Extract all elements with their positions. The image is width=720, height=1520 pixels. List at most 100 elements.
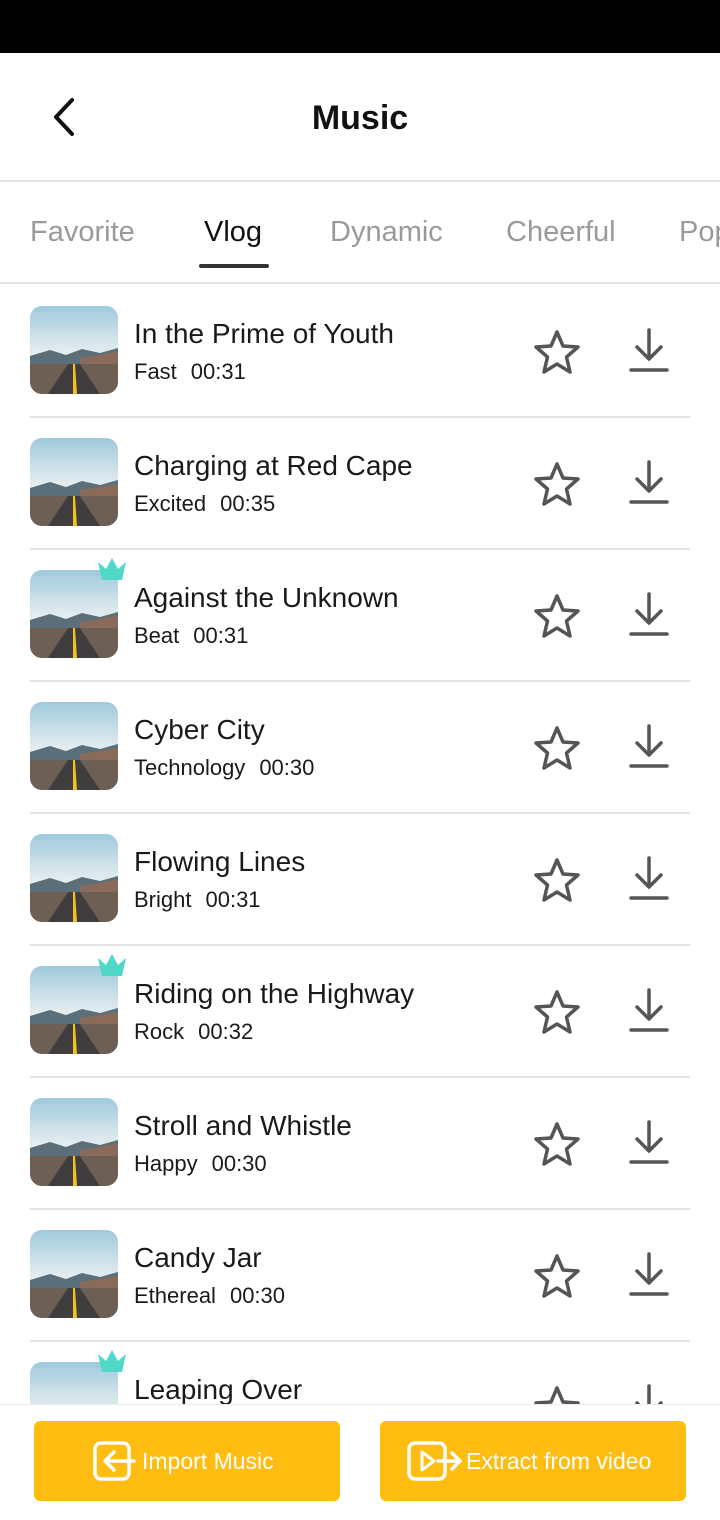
star-outline-icon [534, 1122, 580, 1166]
download-icon [629, 1252, 669, 1296]
song-row[interactable]: Flowing Lines Bright 00:31 [30, 814, 690, 946]
download-icon [629, 724, 669, 768]
song-meta: Bright 00:31 [134, 887, 261, 913]
song-thumbnail [30, 834, 118, 922]
song-mood: Happy [134, 1151, 198, 1176]
song-mood: Beat [134, 623, 180, 648]
song-title: Leaping Over [134, 1374, 303, 1405]
star-outline-icon [534, 1254, 580, 1298]
favorite-button[interactable] [532, 1120, 582, 1170]
song-duration: 00:30 [259, 755, 315, 780]
star-outline-icon [534, 1386, 580, 1406]
song-duration: 00:32 [198, 1019, 254, 1044]
song-thumbnail [30, 702, 118, 790]
download-button[interactable] [626, 590, 672, 640]
song-meta: Excited 00:35 [134, 491, 275, 517]
video-extract-icon [407, 1441, 462, 1481]
tab-vlog[interactable]: Vlog [204, 216, 262, 249]
song-title: Stroll and Whistle [134, 1110, 352, 1141]
song-thumbnail [30, 306, 118, 394]
extract-from-video-label: Extract from video [466, 1447, 652, 1474]
star-outline-icon [534, 594, 580, 638]
star-outline-icon [534, 858, 580, 902]
song-title: Candy Jar [134, 1242, 262, 1273]
download-icon [629, 328, 669, 372]
download-button[interactable] [626, 722, 672, 772]
favorite-button[interactable] [532, 592, 582, 642]
song-row[interactable]: Against the Unknown Beat 00:31 [30, 550, 690, 682]
favorite-button[interactable] [532, 460, 582, 510]
download-button[interactable] [626, 854, 672, 904]
song-thumbnail [30, 966, 118, 1054]
song-duration: 00:31 [190, 359, 246, 384]
favorite-button[interactable] [532, 1384, 582, 1406]
app-header: Music [0, 53, 720, 182]
import-arrow-icon [93, 1441, 136, 1481]
crown-icon [96, 556, 128, 582]
song-row[interactable]: Charging at Red Cape Excited 00:35 [30, 418, 690, 550]
tab-dynamic[interactable]: Dynamic [330, 216, 443, 249]
download-button[interactable] [626, 326, 672, 376]
song-meta: Ethereal 00:30 [134, 1283, 285, 1309]
favorite-button[interactable] [532, 328, 582, 378]
download-button[interactable] [626, 458, 672, 508]
song-mood: Fast [134, 359, 177, 384]
song-row[interactable]: Stroll and Whistle Happy 00:30 [30, 1078, 690, 1210]
song-thumbnail [30, 1230, 118, 1318]
song-mood: Excited [134, 491, 207, 516]
active-tab-indicator [199, 264, 269, 268]
song-thumbnail [30, 438, 118, 526]
download-button[interactable] [626, 1118, 672, 1168]
star-outline-icon [534, 726, 580, 770]
download-icon [629, 460, 669, 504]
song-meta: Rock 00:32 [134, 1019, 253, 1045]
status-bar [0, 0, 720, 53]
download-icon [629, 1120, 669, 1164]
crown-icon [96, 1348, 128, 1374]
song-thumbnail [30, 570, 118, 658]
song-title: Cyber City [134, 714, 265, 745]
download-button[interactable] [626, 1250, 672, 1300]
page-title: Music [311, 99, 409, 137]
bottom-action-bar: Import Music Extract from video [0, 1404, 720, 1520]
tab-pop[interactable]: Pop [679, 216, 720, 249]
song-title: In the Prime of Youth [134, 318, 394, 349]
song-duration: 00:35 [220, 491, 276, 516]
song-duration: 00:31 [193, 623, 249, 648]
import-music-label: Import Music [142, 1447, 274, 1474]
song-row[interactable]: Candy Jar Ethereal 00:30 [30, 1210, 690, 1342]
favorite-button[interactable] [532, 988, 582, 1038]
song-meta: Technology 00:30 [134, 755, 314, 781]
tab-favorite[interactable]: Favorite [30, 216, 135, 249]
import-music-button[interactable]: Import Music [34, 1421, 340, 1501]
song-row[interactable]: Cyber City Technology 00:30 [30, 682, 690, 814]
crown-icon [96, 952, 128, 978]
song-duration: 00:31 [205, 887, 261, 912]
song-title: Charging at Red Cape [134, 450, 413, 481]
song-title: Against the Unknown [134, 582, 399, 613]
category-tabs: Favorite Vlog Dynamic Cheerful Pop [0, 184, 720, 284]
download-icon [635, 1384, 663, 1406]
download-icon [629, 988, 669, 1032]
download-icon [629, 592, 669, 636]
song-row[interactable]: In the Prime of Youth Fast 00:31 [30, 286, 690, 418]
download-button[interactable] [626, 1382, 672, 1406]
song-duration: 00:30 [211, 1151, 267, 1176]
song-mood: Bright [134, 887, 192, 912]
song-meta: Happy 00:30 [134, 1151, 267, 1177]
song-meta: Beat 00:31 [134, 623, 248, 649]
extract-from-video-button[interactable]: Extract from video [380, 1421, 686, 1501]
star-outline-icon [534, 462, 580, 506]
favorite-button[interactable] [532, 724, 582, 774]
song-row[interactable]: Leaping Over [30, 1342, 690, 1406]
song-mood: Ethereal [134, 1283, 216, 1308]
song-mood: Technology [134, 755, 246, 780]
tab-cheerful[interactable]: Cheerful [506, 216, 616, 249]
download-button[interactable] [626, 986, 672, 1036]
song-list: In the Prime of Youth Fast 00:31 Charging a… [0, 286, 720, 1406]
star-outline-icon [534, 990, 580, 1034]
favorite-button[interactable] [532, 856, 582, 906]
song-mood: Rock [134, 1019, 185, 1044]
song-row[interactable]: Riding on the Highway Rock 00:32 [30, 946, 690, 1078]
favorite-button[interactable] [532, 1252, 582, 1302]
